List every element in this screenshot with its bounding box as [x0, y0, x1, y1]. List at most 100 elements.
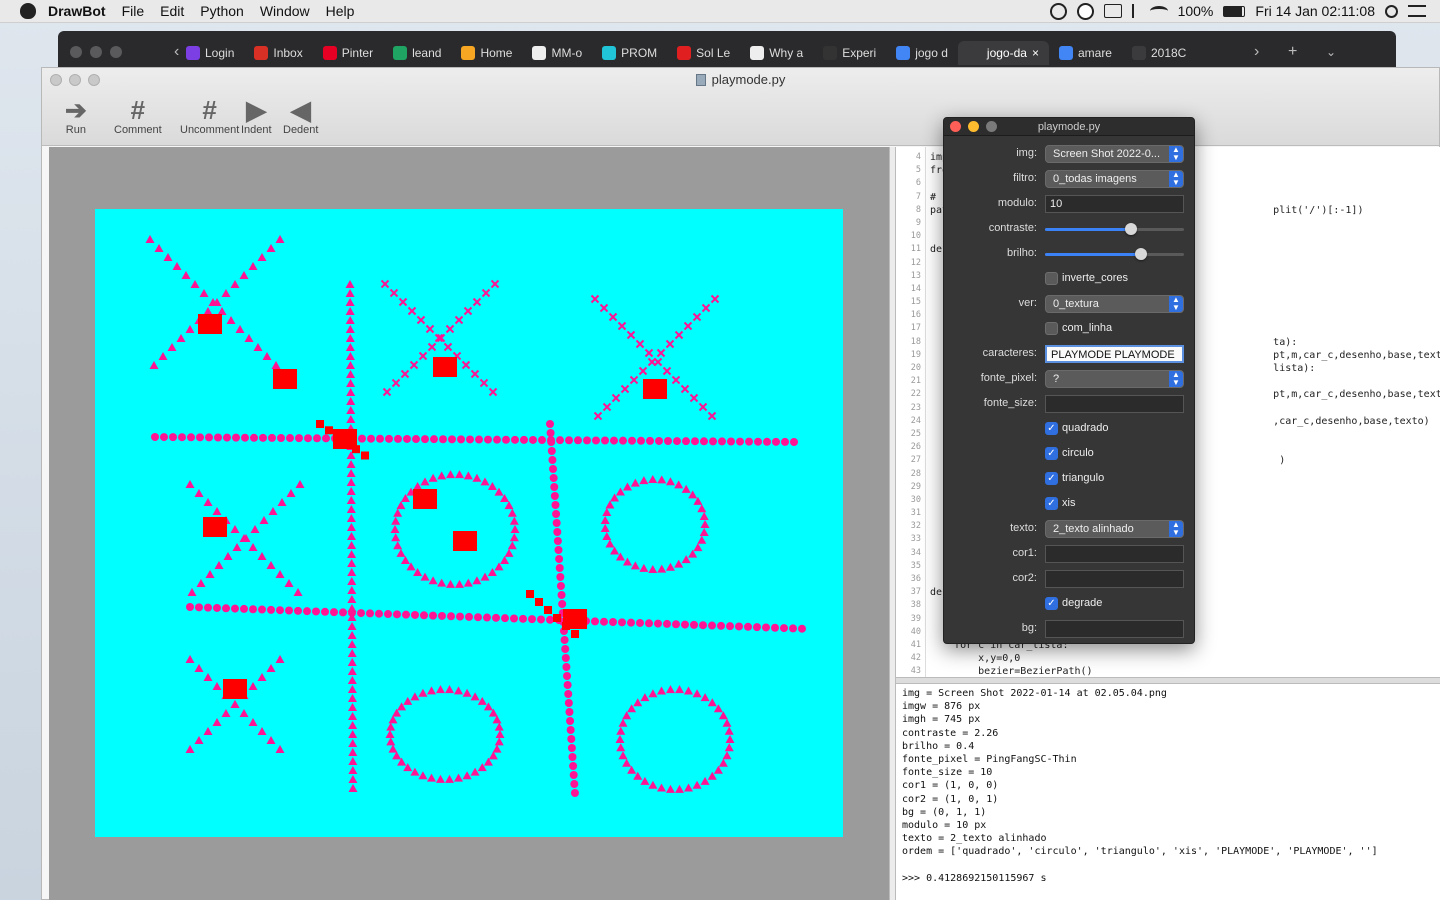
menu-edit[interactable]: Edit	[160, 3, 184, 19]
x-mark	[443, 342, 453, 352]
browser-tab[interactable]: Why a	[740, 41, 813, 65]
browser-tab[interactable]: Pinter	[313, 41, 383, 65]
bg-field[interactable]	[1045, 620, 1184, 638]
fonte-pixel-label: fonte_pixel:	[980, 372, 1037, 384]
filtro-popup[interactable]: 0_todas imagens ▲ ▼	[1045, 170, 1184, 188]
triangle-mark	[622, 711, 632, 720]
fonte-size-label: fonte_size:	[983, 397, 1037, 409]
code-line[interactable]: x,y=0,0	[930, 652, 1440, 665]
circle-mark	[294, 606, 302, 615]
browser-minimize-icon[interactable]	[90, 46, 102, 58]
battery-icon[interactable]	[1223, 5, 1246, 17]
circle-mark	[556, 436, 564, 445]
browser-tab[interactable]: Inbox	[244, 41, 312, 65]
modulo-field[interactable]: 10	[1045, 195, 1184, 213]
triangle-mark	[239, 709, 249, 717]
cor2-field[interactable]	[1045, 570, 1184, 588]
com-linha-checkbox[interactable]	[1045, 322, 1058, 335]
popup-arrows-icon: ▲ ▼	[1169, 171, 1183, 187]
browser-tab[interactable]: MM-o	[522, 41, 592, 65]
caracteres-field[interactable]: PLAYMODE PLAYMODE	[1045, 345, 1184, 363]
new-tab-icon[interactable]: +	[1288, 43, 1297, 61]
panel-close-icon[interactable]	[950, 121, 961, 132]
circle-mark	[681, 620, 689, 629]
menu-help[interactable]: Help	[326, 3, 355, 19]
slider-knob[interactable]	[1134, 248, 1147, 260]
x-mark	[626, 330, 636, 340]
console-line: imgw = 876 px	[902, 701, 981, 713]
creative-cloud-icon[interactable]	[1049, 2, 1067, 20]
slider-knob[interactable]	[1125, 223, 1138, 235]
canvas-area[interactable]	[49, 147, 889, 900]
toolbar-label: Dedent	[283, 124, 319, 136]
line-number: 30	[910, 494, 921, 505]
texto-popup[interactable]: 2_texto alinhado ▲ ▼	[1045, 520, 1184, 538]
xis-checkbox[interactable]: ✓	[1045, 497, 1058, 510]
panel-minimize-icon[interactable]	[968, 121, 979, 132]
menu-python[interactable]: Python	[200, 3, 244, 19]
ver-popup[interactable]: 0_textura ▲ ▼	[1045, 295, 1184, 313]
run-button[interactable]: ➔ Run	[65, 95, 87, 137]
triangle-mark	[348, 703, 358, 711]
uncomment-button[interactable]: # Uncomment	[180, 95, 239, 137]
spotlight-icon[interactable]	[1385, 4, 1398, 18]
inverte-cores-checkbox[interactable]	[1045, 272, 1058, 285]
brilho-slider[interactable]	[1045, 248, 1184, 260]
menu-file[interactable]: File	[122, 3, 145, 19]
circle-mark	[546, 429, 555, 437]
triangle-mark	[158, 352, 168, 360]
degrade-checkbox[interactable]: ✓	[1045, 597, 1058, 610]
circle-mark	[483, 613, 491, 622]
browser-tab[interactable]: Experi	[813, 41, 886, 65]
tab-list-icon[interactable]: ⌄	[1326, 45, 1336, 59]
img-popup[interactable]: Screen Shot 2022-0... ▲ ▼	[1045, 145, 1184, 163]
browser-tab[interactable]: Login	[176, 41, 244, 65]
circle-mark	[303, 607, 311, 616]
clock[interactable]: Fri 14 Jan 02:11:08	[1255, 3, 1375, 19]
tab-scroll-right-icon[interactable]: ›	[1254, 43, 1259, 61]
menu-drawbot[interactable]: DrawBot	[48, 3, 106, 19]
indent-button[interactable]: ▶ Indent	[241, 95, 272, 137]
line-number: 22	[910, 389, 921, 400]
circulo-checkbox[interactable]: ✓	[1045, 447, 1058, 460]
triangulo-checkbox[interactable]: ✓	[1045, 472, 1058, 485]
circle-mark	[570, 789, 579, 797]
browser-zoom-icon[interactable]	[110, 46, 122, 58]
browser-tab[interactable]: leand	[383, 41, 451, 65]
browser-tab[interactable]: jogo-da ×	[957, 41, 1049, 65]
wifi-icon[interactable]	[1149, 6, 1168, 16]
circle-mark	[223, 433, 231, 442]
circle-mark	[528, 615, 536, 624]
cor1-field[interactable]	[1045, 545, 1184, 563]
fonte-size-field[interactable]	[1045, 395, 1184, 413]
triangle-mark	[217, 307, 227, 315]
circle-mark	[204, 603, 212, 612]
tab-close-icon[interactable]: ×	[1032, 46, 1039, 60]
circle-mark	[636, 618, 644, 627]
contraste-slider[interactable]	[1045, 223, 1184, 235]
circle-mark	[771, 623, 779, 632]
browser-tab[interactable]: PROM	[592, 41, 667, 65]
browser-tab[interactable]: 2018C	[1122, 41, 1196, 65]
bluetooth-icon[interactable]	[1131, 4, 1140, 18]
browser-tab[interactable]: amare	[1049, 41, 1122, 65]
triangle-mark	[346, 397, 356, 405]
fonte-pixel-popup[interactable]: ? ▲ ▼	[1045, 370, 1184, 388]
editor-console-splitter[interactable]	[896, 677, 1440, 684]
notification-center-icon[interactable]	[1408, 5, 1426, 17]
keyboard-icon[interactable]	[1103, 4, 1122, 18]
status-dot-icon[interactable]	[1076, 2, 1094, 20]
browser-tab[interactable]: Sol Le	[667, 41, 740, 65]
panel-zoom-icon[interactable]	[986, 121, 997, 132]
browser-tab[interactable]: jogo d	[886, 41, 958, 65]
comment-button[interactable]: # Comment	[114, 95, 162, 137]
triangle-mark	[385, 730, 395, 738]
split-divider[interactable]	[889, 147, 896, 900]
console-line: ordem = ['quadrado', 'circulo', 'triangu…	[902, 846, 1378, 858]
browser-tab[interactable]: Home	[451, 41, 522, 65]
browser-close-icon[interactable]	[70, 46, 82, 58]
apple-icon[interactable]	[20, 3, 36, 19]
quadrado-checkbox[interactable]: ✓	[1045, 422, 1058, 435]
dedent-button[interactable]: ◀ Dedent	[283, 95, 319, 137]
menu-window[interactable]: Window	[260, 3, 310, 19]
